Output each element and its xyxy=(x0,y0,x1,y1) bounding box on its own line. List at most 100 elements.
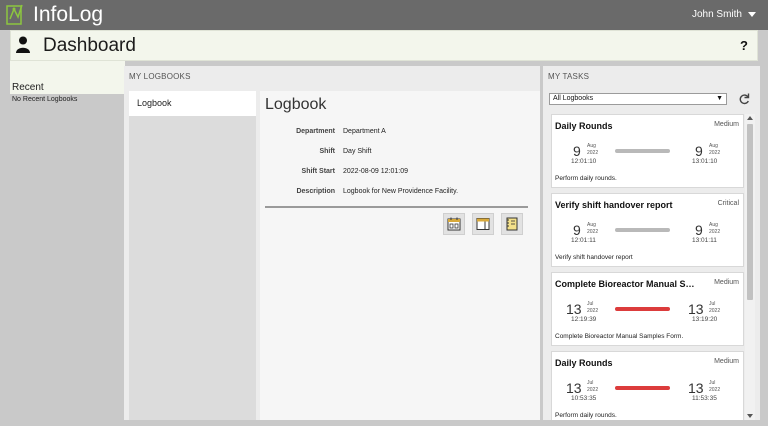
end-time: 11:53:35 xyxy=(692,395,717,402)
start-time: 12:01:10 xyxy=(571,158,597,165)
logo-icon xyxy=(6,4,23,25)
recent-title: Recent xyxy=(12,82,44,93)
scrollbar-thumb[interactable] xyxy=(747,124,753,300)
user-name: John Smith xyxy=(691,9,742,20)
select-value: All Logbooks xyxy=(553,95,594,102)
start-month: Jul xyxy=(587,301,594,307)
notebook-icon xyxy=(506,217,518,231)
task-priority: Medium xyxy=(714,358,739,365)
start-month: Jul xyxy=(587,380,594,386)
start-month-year: Jul 2022 xyxy=(587,380,598,393)
start-day: 13 xyxy=(566,301,582,317)
field-label: Description xyxy=(296,188,335,195)
end-month: Aug xyxy=(709,222,718,228)
logbook-list-item[interactable]: Logbook xyxy=(129,91,256,116)
recent-empty-message: No Recent Logbooks xyxy=(12,96,78,103)
end-day: 9 xyxy=(695,222,703,238)
start-month-year: Jul 2022 xyxy=(587,301,598,314)
logbook-filter-select[interactable]: All Logbooks ▼ xyxy=(549,93,727,105)
task-progress-bar xyxy=(615,149,670,153)
user-icon xyxy=(16,36,30,53)
end-month: Aug xyxy=(709,143,718,149)
start-day: 9 xyxy=(573,143,581,159)
refresh-icon[interactable] xyxy=(738,92,750,106)
scroll-up-icon[interactable] xyxy=(747,116,753,120)
task-progress-bar xyxy=(615,228,670,232)
layout-button[interactable] xyxy=(472,213,494,235)
task-priority: Medium xyxy=(714,279,739,286)
user-menu[interactable]: John Smith xyxy=(692,9,756,20)
end-time: 13:01:10 xyxy=(692,158,718,165)
start-month: Aug xyxy=(587,222,596,228)
task-priority: Critical xyxy=(717,200,739,207)
task-name: Daily Rounds xyxy=(555,121,613,131)
task-description: Perform daily rounds. xyxy=(555,412,617,419)
calendar-icon xyxy=(447,217,461,231)
start-month: Aug xyxy=(587,143,596,149)
start-year: 2022 xyxy=(587,307,599,314)
end-month: Jul xyxy=(709,380,716,386)
field-label: Department xyxy=(296,128,335,135)
end-month-year: Aug 2022 xyxy=(709,222,720,235)
field-value: 2022-08-09 12:01:09 xyxy=(343,168,408,175)
end-day: 9 xyxy=(695,143,703,159)
end-day: 13 xyxy=(688,380,704,396)
chevron-down-icon xyxy=(748,12,756,17)
task-card[interactable]: Daily Rounds Medium 9 Aug 2022 12:01:10 9… xyxy=(551,114,744,188)
start-time: 12:19:39 xyxy=(571,316,597,323)
end-time: 13:19:20 xyxy=(692,316,718,323)
recent-header: Recent xyxy=(10,61,125,94)
divider xyxy=(265,206,528,208)
end-year: 2022 xyxy=(709,307,721,314)
my-tasks-panel: MY TASKS All Logbooks ▼ Daily Rounds Med… xyxy=(543,66,760,420)
task-description: Perform daily rounds. xyxy=(555,175,617,182)
start-year: 2022 xyxy=(587,386,599,393)
scroll-down-icon[interactable] xyxy=(747,414,753,418)
end-month-year: Aug 2022 xyxy=(709,143,720,156)
task-progress-bar xyxy=(615,386,670,390)
end-day: 13 xyxy=(688,301,704,317)
logbook-list: Logbook xyxy=(129,91,256,420)
end-time: 13:01:11 xyxy=(692,237,717,244)
logbook-detail: Logbook Department Department A Shift Da… xyxy=(260,91,540,420)
start-month-year: Aug 2022 xyxy=(587,143,598,156)
start-time: 12:01:11 xyxy=(571,237,596,244)
task-priority: Medium xyxy=(714,121,739,128)
task-card[interactable]: Complete Bioreactor Manual Sa... Medium … xyxy=(551,272,744,346)
page-title: Dashboard xyxy=(43,35,136,56)
my-tasks-label: MY TASKS xyxy=(548,72,590,81)
task-list-scrollbar[interactable] xyxy=(745,114,755,420)
layout-icon xyxy=(476,218,490,230)
task-name: Verify shift handover report xyxy=(555,200,673,210)
task-card[interactable]: Verify shift handover report Critical 9 … xyxy=(551,193,744,267)
task-list: Daily Rounds Medium 9 Aug 2022 12:01:10 9… xyxy=(551,114,744,420)
task-description: Complete Bioreactor Manual Samples Form. xyxy=(555,333,684,340)
logbook-title: Logbook xyxy=(265,96,327,113)
task-progress-bar xyxy=(615,307,670,311)
start-month-year: Aug 2022 xyxy=(587,222,598,235)
start-time: 10:53:35 xyxy=(571,395,597,402)
my-logbooks-panel: MY LOGBOOKS Logbook Logbook Department D… xyxy=(124,66,540,420)
start-year: 2022 xyxy=(587,228,599,235)
app-header: InfoLog John Smith xyxy=(0,0,768,30)
task-card[interactable]: Daily Rounds Medium 13 Jul 2022 10:53:35 … xyxy=(551,351,744,420)
chevron-down-icon: ▼ xyxy=(716,95,723,102)
field-value: Day Shift xyxy=(343,148,372,155)
task-name: Complete Bioreactor Manual Sa... xyxy=(555,279,697,289)
calendar-button[interactable] xyxy=(443,213,465,235)
field-label: Shift Start xyxy=(301,168,335,175)
end-year: 2022 xyxy=(709,228,721,235)
start-year: 2022 xyxy=(587,149,599,156)
field-value: Department A xyxy=(343,128,386,135)
start-day: 13 xyxy=(566,380,582,396)
task-description: Verify shift handover report xyxy=(555,254,633,261)
field-value: Logbook for New Providence Facility. xyxy=(343,188,459,195)
end-month: Jul xyxy=(709,301,716,307)
task-name: Daily Rounds xyxy=(555,358,613,368)
field-label: Shift xyxy=(319,148,335,155)
end-month-year: Jul 2022 xyxy=(709,380,720,393)
notebook-button[interactable] xyxy=(501,213,523,235)
end-year: 2022 xyxy=(709,386,721,393)
help-button[interactable]: ? xyxy=(740,38,748,53)
start-day: 9 xyxy=(573,222,581,238)
